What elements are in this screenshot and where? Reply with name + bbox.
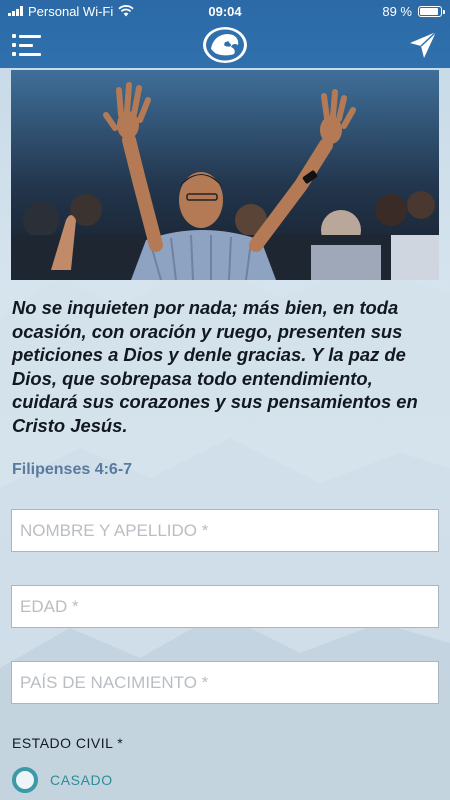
carrier-name: Personal Wi-Fi	[28, 3, 114, 19]
status-bar: Personal Wi-Fi 09:04 89 %	[0, 0, 450, 22]
status-right: 89 %	[272, 3, 445, 19]
age-field[interactable]	[11, 585, 439, 628]
lion-logo-icon[interactable]	[201, 25, 249, 65]
battery-percent: 89 %	[382, 3, 412, 19]
main-content: No se inquieten por nada; más bien, en t…	[0, 68, 450, 800]
name-field[interactable]	[11, 509, 439, 552]
nav-bar	[0, 22, 450, 68]
verse-text: No se inquieten por nada; más bien, en t…	[12, 297, 418, 436]
battery-icon	[418, 5, 445, 17]
send-arrow-icon[interactable]	[408, 30, 438, 60]
radio-option-married[interactable]: CASADO	[12, 767, 113, 793]
radio-label-married: CASADO	[50, 772, 113, 788]
verse-reference[interactable]: Filipenses 4:6-7	[12, 461, 132, 479]
country-field[interactable]	[11, 661, 439, 704]
radio-button[interactable]	[12, 767, 38, 793]
wifi-icon	[118, 5, 134, 17]
status-time: 09:04	[208, 3, 242, 19]
menu-icon[interactable]	[12, 34, 42, 56]
marital-status-label: ESTADO CIVIL *	[12, 735, 124, 751]
status-left: Personal Wi-Fi	[8, 4, 178, 19]
signal-icon	[8, 6, 23, 16]
hero-image	[11, 70, 439, 280]
